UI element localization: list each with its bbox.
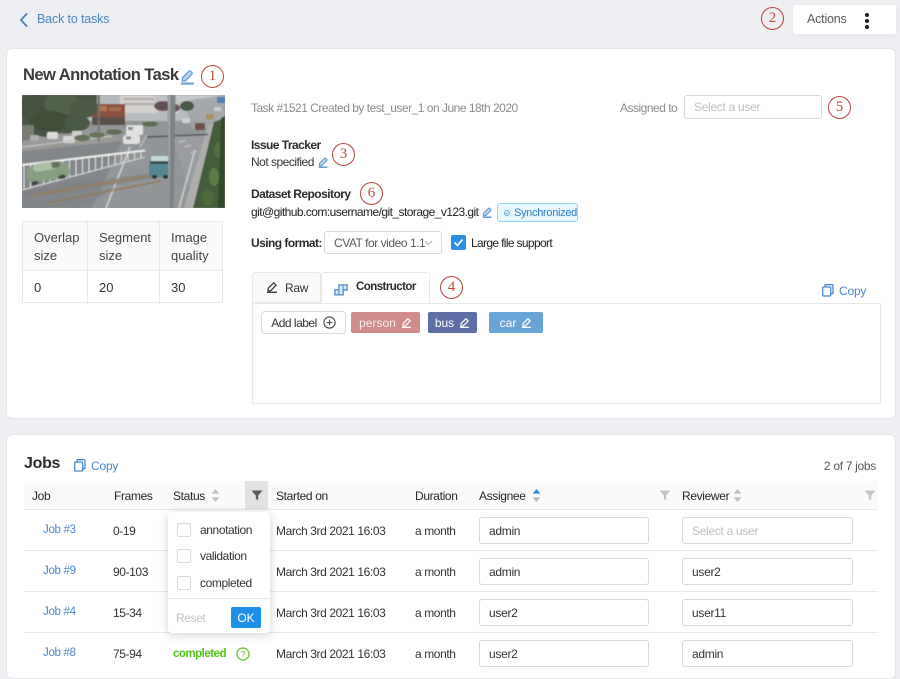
svg-text:?: ?: [241, 649, 246, 659]
